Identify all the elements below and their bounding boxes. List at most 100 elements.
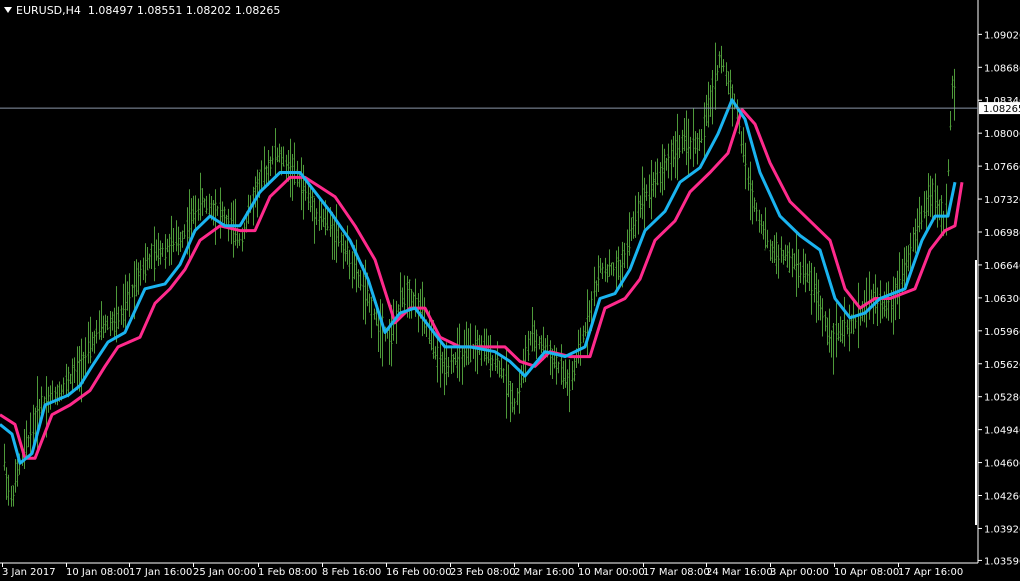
price-bar (742, 127, 745, 163)
price-bar (826, 317, 829, 346)
x-tick-label: 10 Jan 08:00 (66, 567, 129, 578)
y-tick-label: 1.06986 (984, 228, 1020, 239)
price-bar (476, 329, 479, 375)
price-bar (597, 255, 600, 293)
price-bar (698, 129, 701, 152)
price-bar (920, 205, 923, 230)
price-bar (705, 94, 708, 127)
price-bar (285, 154, 288, 180)
price-bar (155, 239, 158, 261)
price-bar (582, 325, 585, 343)
price-bar (109, 311, 112, 336)
price-bar (516, 388, 519, 406)
price-bar (931, 178, 934, 223)
price-bar (643, 177, 646, 229)
price-bar (802, 248, 805, 285)
price-bar (703, 102, 706, 158)
dropdown-arrow-icon[interactable] (4, 7, 12, 13)
y-tick-label: 1.06306 (984, 294, 1020, 305)
price-bar (615, 250, 618, 292)
price-bar (507, 364, 510, 398)
price-bar (694, 131, 697, 154)
price-bar (137, 262, 140, 295)
price-bar (562, 360, 565, 390)
price-bar (885, 282, 888, 319)
price-bar (527, 330, 530, 361)
price-bar (12, 485, 15, 507)
price-bar (478, 334, 481, 356)
price-bar (588, 300, 591, 323)
price-bar (584, 322, 587, 337)
price-bar (870, 289, 873, 306)
price-bar (276, 147, 279, 163)
price-bar (183, 224, 186, 239)
price-bar (634, 195, 637, 238)
price-bar (357, 269, 360, 288)
price-bar (700, 129, 703, 143)
price-bar (628, 212, 631, 256)
price-bar (379, 299, 382, 359)
price-bar (436, 334, 439, 383)
price-bar (403, 275, 406, 311)
price-bar (819, 295, 822, 321)
price-bar (318, 195, 321, 231)
price-bar (918, 196, 921, 233)
price-bar (747, 167, 750, 191)
price-bar (661, 144, 664, 196)
price-bar (337, 225, 340, 247)
price-bar (489, 334, 492, 378)
price-bar (461, 345, 464, 385)
price-chart[interactable]: 1.090261.086861.083461.080061.076661.073… (0, 0, 1020, 581)
price-bar (522, 348, 525, 384)
price-bar (139, 260, 142, 286)
y-tick-label: 1.08686 (984, 63, 1020, 74)
price-bar (483, 328, 486, 362)
y-tick-label: 1.05966 (984, 327, 1020, 338)
price-bar (93, 330, 96, 354)
price-bar (775, 232, 778, 275)
price-bar (333, 215, 336, 260)
x-tick-label: 8 Feb 16:00 (322, 567, 381, 578)
y-tick-label: 1.07326 (984, 195, 1020, 206)
price-bar (630, 217, 633, 241)
price-bar (498, 360, 501, 378)
price-bar (912, 227, 915, 252)
price-bar (208, 193, 211, 219)
price-bar (929, 175, 932, 217)
price-bar (571, 361, 574, 391)
price-bar (452, 353, 455, 373)
price-bar (80, 338, 83, 403)
price-bar (791, 248, 794, 278)
price-bar (650, 160, 653, 220)
price-bar (714, 42, 717, 110)
price-bar (351, 251, 354, 289)
price-bar (5, 467, 8, 500)
price-bar (102, 315, 105, 338)
price-bar (335, 204, 338, 263)
price-bar (780, 236, 783, 263)
ohlc-values: 1.08497 1.08551 1.08202 1.08265 (87, 4, 281, 17)
price-bar (687, 118, 690, 176)
chart-window[interactable]: 1.090261.086861.083461.080061.076661.073… (0, 0, 1020, 581)
price-bar (439, 341, 442, 388)
x-tick-label: 10 Apr 08:00 (834, 567, 899, 578)
price-bar (274, 128, 277, 179)
price-bar (828, 308, 831, 353)
price-bar (604, 257, 607, 282)
price-bar (65, 363, 68, 397)
price-bar (674, 131, 677, 179)
scroll-marker (975, 260, 977, 525)
price-bar (106, 315, 109, 331)
price-bar (340, 232, 343, 253)
price-bar (47, 386, 50, 413)
price-bar (720, 45, 723, 74)
price-bar (27, 434, 30, 448)
price-bar (949, 110, 952, 131)
price-bar (540, 335, 543, 353)
price-bar (839, 316, 842, 343)
price-bar (656, 158, 659, 186)
y-tick-label: 1.05286 (984, 393, 1020, 404)
price-bar (665, 157, 668, 171)
price-bar (410, 288, 413, 319)
x-tick-label: 17 Apr 16:00 (898, 567, 963, 578)
